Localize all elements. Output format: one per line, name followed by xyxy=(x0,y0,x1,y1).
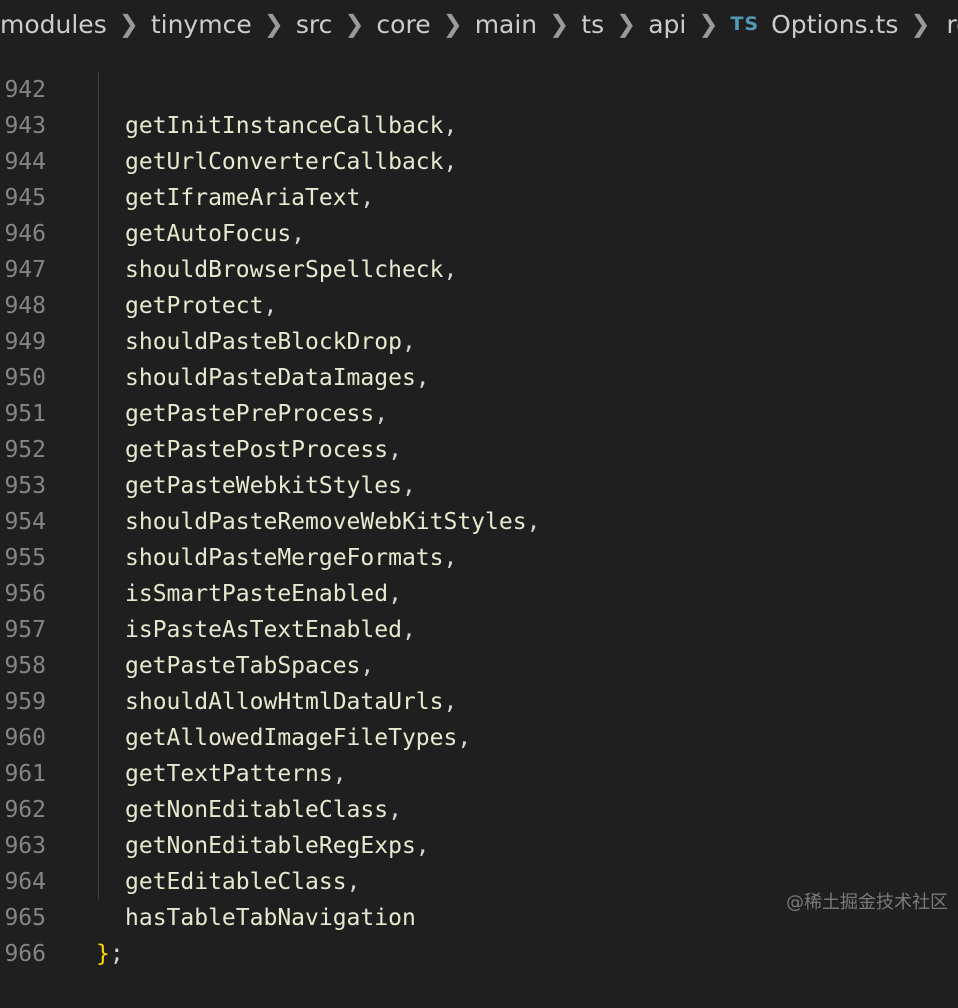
code-line[interactable]: 960 getTextPatterns, xyxy=(0,684,958,787)
code-line[interactable]: 959 getAllowedImageFileTypes, xyxy=(0,648,958,751)
breadcrumb-item-modules[interactable]: modules xyxy=(0,10,107,39)
chevron-right-icon: ❯ xyxy=(118,10,139,38)
chevron-right-icon: ❯ xyxy=(442,10,463,38)
code-line[interactable]: 954 shouldPasteMergeFormats, xyxy=(0,468,958,571)
code-line[interactable]: 964 hasTableTabNavigation xyxy=(0,828,958,931)
chevron-right-icon: ❯ xyxy=(263,10,284,38)
code-line[interactable]: 946 shouldBrowserSpellcheck, xyxy=(0,180,958,283)
chevron-right-icon: ❯ xyxy=(344,10,365,38)
breadcrumb-item-file[interactable]: Options.ts xyxy=(771,10,898,39)
code-line[interactable]: 947 getProtect, xyxy=(0,216,958,319)
code-line[interactable]: 952 getPasteWebkitStyles, xyxy=(0,396,958,499)
chevron-right-icon: ❯ xyxy=(616,10,637,38)
code-line[interactable]: 956 isPasteAsTextEnabled, xyxy=(0,540,958,643)
closing-brace: } xyxy=(96,941,110,967)
code-line[interactable]: 963 getEditableClass, xyxy=(0,792,958,895)
code-line[interactable]: 953 shouldPasteRemoveWebKitStyles, xyxy=(0,432,958,535)
breadcrumb-item-tinymce[interactable]: tinymce xyxy=(151,10,252,39)
breadcrumb: modules ❯ tinymce ❯ src ❯ core ❯ main ❯ … xyxy=(0,0,958,48)
code-punctuation: ; xyxy=(109,941,124,967)
code-editor[interactable]: 942 getInitInstanceCallback, 943 getUrlC… xyxy=(0,36,958,967)
code-line[interactable]: 955 isSmartPasteEnabled, xyxy=(0,504,958,607)
chevron-right-icon: ❯ xyxy=(910,10,931,38)
code-line[interactable]: 949 shouldPasteDataImages, xyxy=(0,288,958,391)
code-line[interactable]: 950 getPastePreProcess, xyxy=(0,324,958,427)
chevron-right-icon: ❯ xyxy=(698,10,719,38)
breadcrumb-item-symbol[interactable]: register xyxy=(946,10,958,39)
code-line[interactable]: 957 getPasteTabSpaces, xyxy=(0,576,958,679)
code-line[interactable]: 948 shouldPasteBlockDrop, xyxy=(0,252,958,355)
breadcrumb-item-ts[interactable]: ts xyxy=(581,10,604,39)
code-line[interactable]: 945 getAutoFocus, xyxy=(0,144,958,247)
watermark: @稀土掘金技术社区 xyxy=(786,892,948,913)
breadcrumb-item-main[interactable]: main xyxy=(475,10,537,39)
code-line[interactable]: 961 getNonEditableClass, xyxy=(0,720,958,823)
code-line[interactable]: 944 getIframeAriaText, xyxy=(0,108,958,211)
chevron-right-icon: ❯ xyxy=(549,10,570,38)
code-line[interactable]: 951 getPastePostProcess, xyxy=(0,360,958,463)
code-line[interactable]: 958 shouldAllowHtmlDataUrls, xyxy=(0,612,958,715)
line-number: 966 xyxy=(4,941,46,967)
code-line[interactable]: 962 getNonEditableRegExps, xyxy=(0,756,958,859)
typescript-file-icon: TS xyxy=(730,13,760,35)
breadcrumb-item-src[interactable]: src xyxy=(296,10,333,39)
code-line[interactable]: 943 getUrlConverterCallback, xyxy=(0,72,958,175)
breadcrumb-item-api[interactable]: api xyxy=(648,10,686,39)
breadcrumb-item-core[interactable]: core xyxy=(376,10,430,39)
